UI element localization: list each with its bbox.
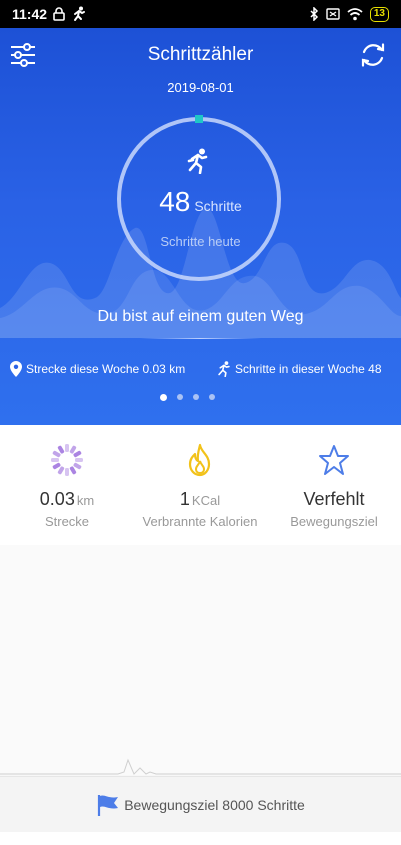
stat-value: 1 bbox=[179, 489, 190, 509]
goal-bar[interactable]: Bewegungsziel 8000 Schritte bbox=[0, 776, 401, 832]
ring-icon bbox=[51, 444, 83, 476]
week-distance: Strecke diese Woche 0.03 km bbox=[10, 361, 185, 377]
bottom-strip bbox=[0, 832, 401, 845]
running-person-small-icon bbox=[218, 361, 230, 377]
stat-value-row: Verfehlt bbox=[267, 489, 401, 510]
status-time: 11:42 bbox=[12, 6, 48, 22]
page-dot[interactable] bbox=[177, 394, 183, 400]
stat-label: Strecke bbox=[44, 514, 90, 529]
stats-row: 0.03 km Strecke 1 KCal Verbrannte Kalorien Ver… bbox=[0, 425, 401, 545]
steps-today-value: 48 Schritte bbox=[0, 186, 401, 218]
stat-value-row: 0.03 km bbox=[0, 489, 134, 510]
status-left: 11:42 bbox=[12, 6, 87, 22]
running-person-icon bbox=[187, 148, 208, 174]
running-status-icon bbox=[74, 6, 86, 21]
stat-label: Verbrannte Kalorien bbox=[142, 514, 258, 529]
stat-value-row: 1 KCal bbox=[133, 489, 267, 510]
battery-indicator: 13 bbox=[369, 6, 389, 22]
stat-card: 1 KCal Verbrannte Kalorien bbox=[133, 425, 267, 529]
divider bbox=[140, 338, 261, 339]
stat-value: Verfehlt bbox=[303, 489, 365, 509]
status-right: 13 bbox=[309, 6, 389, 22]
page-title: Schrittzähler bbox=[147, 44, 254, 65]
stat-card: 0.03 km Strecke bbox=[0, 425, 134, 529]
steps-caption: Schritte heute bbox=[160, 234, 241, 249]
week-steps-text: Schritte in dieser Woche 48 bbox=[235, 362, 382, 376]
motivation-text: Du bist auf einem guten Weg bbox=[97, 308, 304, 325]
page-indicator[interactable] bbox=[160, 394, 215, 401]
pulse-line-icon bbox=[0, 758, 401, 775]
stat-card: Verfehlt Bewegungsziel bbox=[267, 425, 401, 529]
stat-label: Bewegungsziel bbox=[290, 514, 378, 529]
week-summary: Strecke diese Woche 0.03 km Schritte in … bbox=[0, 361, 401, 381]
stat-value: 0.03 bbox=[39, 489, 75, 509]
star-icon bbox=[319, 445, 349, 475]
goal-flag-icon bbox=[98, 794, 119, 816]
sim-card-icon bbox=[326, 8, 340, 20]
stat-unit: km bbox=[76, 493, 95, 508]
steps-unit: Schritte bbox=[194, 198, 242, 214]
week-steps: Schritte in dieser Woche 48 bbox=[216, 361, 382, 377]
week-distance-text: Strecke diese Woche 0.03 km bbox=[26, 362, 186, 376]
location-pin-icon bbox=[10, 361, 22, 377]
goal-text: Bewegungsziel 8000 Schritte bbox=[124, 796, 305, 813]
content-area bbox=[0, 545, 401, 775]
page-dot[interactable] bbox=[209, 394, 215, 400]
wifi-icon bbox=[347, 7, 363, 20]
progress-marker bbox=[195, 115, 203, 123]
selected-date[interactable]: 2019-08-01 bbox=[0, 80, 401, 95]
flame-icon bbox=[188, 443, 211, 477]
status-bar: 11:42 13 bbox=[0, 0, 401, 28]
lock-icon bbox=[53, 7, 65, 21]
hero-panel[interactable]: Schrittzähler 2019-08-01 48 Schritte Schr… bbox=[0, 28, 401, 425]
stat-unit: KCal bbox=[191, 493, 221, 508]
page-dot[interactable] bbox=[160, 394, 167, 401]
bluetooth-icon bbox=[310, 7, 318, 21]
sync-icon[interactable] bbox=[358, 40, 388, 70]
page-dot[interactable] bbox=[193, 394, 199, 400]
steps-count: 48 bbox=[159, 186, 191, 217]
